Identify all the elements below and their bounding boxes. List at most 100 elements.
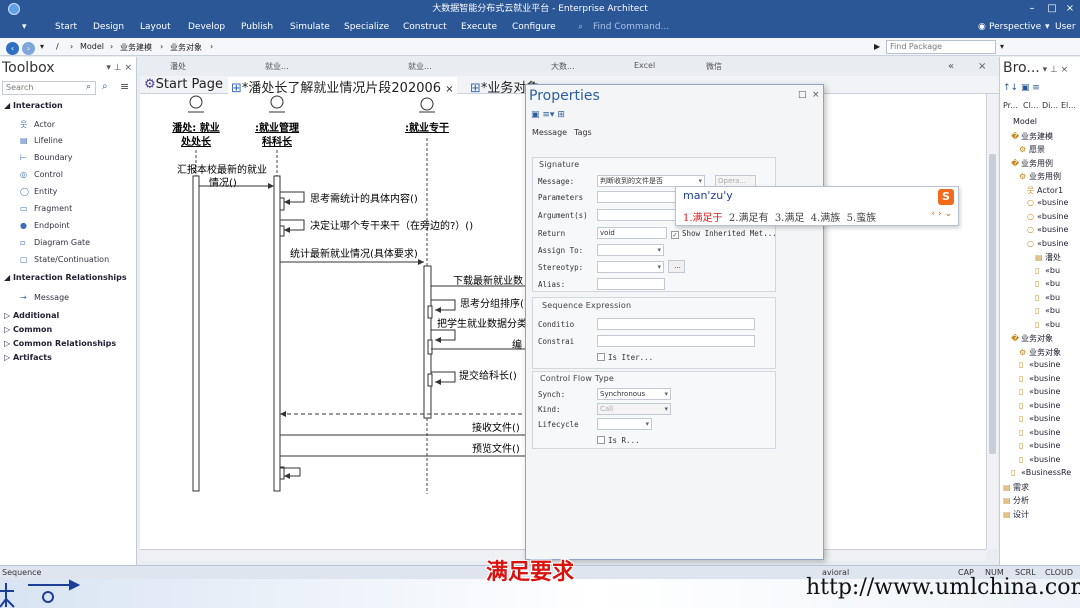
- subtab-4[interactable]: 大数...: [551, 61, 575, 72]
- arguments-input[interactable]: [597, 209, 677, 221]
- magnifier-icon[interactable]: ⌕: [102, 81, 108, 92]
- tree-node[interactable]: ▤ 设计: [1003, 509, 1029, 520]
- breadcrumb-root[interactable]: /: [56, 42, 59, 51]
- toolbox-item-state-continuation[interactable]: ▢ State/Continuation: [20, 255, 109, 264]
- toolbox-item-actor[interactable]: 웃 Actor: [20, 119, 55, 130]
- browser-tab-element[interactable]: El...: [1061, 101, 1076, 110]
- browser-toolbar-icons[interactable]: ↑↓ ▣ ≡: [1003, 83, 1040, 93]
- message-label[interactable]: 汇报本校最新的就业: [177, 163, 267, 176]
- tab-message[interactable]: Message: [532, 128, 567, 137]
- message-label[interactable]: 决定让哪个专干来干（在旁边的?）(): [310, 219, 473, 232]
- ribbon-tab-develop[interactable]: Develop: [188, 22, 225, 32]
- tree-node[interactable]: ○ «busine: [1027, 225, 1068, 234]
- condition-input[interactable]: [597, 318, 755, 330]
- tree-node[interactable]: ▤ 潘处: [1035, 252, 1061, 263]
- toolbox-section-common-relationships[interactable]: ▷ Common Relationships: [4, 339, 116, 348]
- message-label[interactable]: 思考分组排序(): [460, 297, 528, 310]
- tree-node[interactable]: ○ «busine: [1027, 239, 1068, 248]
- subtab-2[interactable]: 就业...: [265, 61, 289, 72]
- alias-input[interactable]: [597, 278, 665, 290]
- ime-candidate[interactable]: 4.满族: [811, 213, 841, 224]
- breadcrumb-model[interactable]: Model: [80, 42, 104, 51]
- user-label[interactable]: User: [1055, 22, 1076, 32]
- breadcrumb-business-objects[interactable]: 业务对象: [170, 42, 202, 53]
- perspective-button[interactable]: Perspective: [989, 22, 1041, 32]
- tree-node[interactable]: ▯ «bu: [1035, 293, 1060, 302]
- ime-candidate[interactable]: 3.满足: [775, 213, 805, 224]
- message-label[interactable]: 下载最新就业数: [453, 274, 523, 287]
- subtab-1[interactable]: 潘处: [170, 61, 186, 72]
- tab-tags[interactable]: Tags: [574, 128, 592, 137]
- tree-node[interactable]: 웃 Actor1: [1027, 185, 1063, 196]
- find-package-input[interactable]: Find Package: [886, 40, 996, 54]
- save-icon[interactable]: ▣: [531, 110, 540, 120]
- return-input[interactable]: void: [597, 227, 667, 239]
- tab-scroll-left-icon[interactable]: «: [948, 61, 954, 72]
- tree-node[interactable]: ▯ «busine: [1019, 401, 1060, 410]
- tree-node[interactable]: ▯ «bu: [1035, 266, 1060, 275]
- toolbox-section-additional[interactable]: ▷ Additional: [4, 311, 59, 320]
- back-icon[interactable]: ‹: [6, 42, 19, 55]
- tree-node[interactable]: ▯ «busine: [1019, 428, 1060, 437]
- show-inherited-checkbox[interactable]: ✓ Show Inherited Met...: [671, 229, 777, 239]
- message-label[interactable]: 统计最新就业情况(具体要求): [290, 247, 418, 260]
- ribbon-tab-simulate[interactable]: Simulate: [290, 22, 330, 32]
- vertical-scrollbar[interactable]: [986, 94, 998, 549]
- ribbon-tab-construct[interactable]: Construct: [403, 22, 447, 32]
- ribbon-tab-execute[interactable]: Execute: [461, 22, 497, 32]
- ribbon-tab-specialize[interactable]: Specialize: [344, 22, 389, 32]
- stereotype-more-button[interactable]: ...: [668, 260, 685, 273]
- message-label[interactable]: 预览文件(): [472, 442, 520, 455]
- tree-node[interactable]: ▯ «busine: [1019, 374, 1060, 383]
- sogou-logo-icon[interactable]: S: [938, 189, 954, 205]
- restore-icon[interactable]: □: [798, 90, 807, 100]
- toolbox-item-control[interactable]: ◎ Control: [20, 170, 63, 179]
- tree-node[interactable]: � 业务对象: [1011, 333, 1053, 344]
- tree-node[interactable]: ⚙ 业务对象: [1019, 347, 1061, 358]
- ime-candidate[interactable]: 5.蛮族: [847, 213, 877, 224]
- menu-icon[interactable]: ≡: [120, 80, 129, 93]
- message-label[interactable]: 把学生就业数据分类: [437, 317, 527, 330]
- message-label[interactable]: 接收文件(): [472, 421, 520, 434]
- forward-icon[interactable]: ›: [22, 42, 35, 55]
- toolbox-item-endpoint[interactable]: ● Endpoint: [20, 221, 70, 230]
- assign-to-select[interactable]: [597, 244, 664, 256]
- ribbon-tab-layout[interactable]: Layout: [140, 22, 171, 32]
- search-icon[interactable]: ⌕: [86, 82, 91, 92]
- ribbon-tab-design[interactable]: Design: [93, 22, 124, 32]
- close-icon[interactable]: ×: [812, 90, 820, 100]
- play-icon[interactable]: ▶: [874, 42, 880, 51]
- tree-node[interactable]: ▯ «bu: [1035, 320, 1060, 329]
- dropdown-icon[interactable]: ▾: [40, 42, 44, 51]
- stereotype-select[interactable]: [597, 261, 664, 273]
- find-command-icon[interactable]: ⌕: [578, 22, 583, 32]
- tree-node[interactable]: ⚙ 愿景: [1019, 144, 1045, 155]
- toolbox-item-lifeline[interactable]: ▤ Lifeline: [20, 136, 63, 145]
- lifecycle-select[interactable]: [597, 418, 652, 430]
- parameters-input[interactable]: [597, 191, 677, 203]
- tree-node[interactable]: � 业务建模: [1011, 131, 1053, 142]
- close-tab-icon[interactable]: ×: [978, 61, 986, 72]
- tree-node[interactable]: ▯ «busine: [1019, 360, 1060, 369]
- tree-node[interactable]: � 业务用例: [1011, 158, 1053, 169]
- synch-select[interactable]: Synchronous: [597, 388, 671, 400]
- toolbox-item-message[interactable]: → Message: [20, 293, 69, 302]
- is-iteration-checkbox[interactable]: Is Iter...: [597, 353, 653, 362]
- tree-node[interactable]: ▯ «busine: [1019, 414, 1060, 423]
- toolbox-item-fragment[interactable]: ▭ Fragment: [20, 204, 72, 213]
- find-package-dropdown-icon[interactable]: ▾: [1000, 42, 1004, 51]
- tree-node[interactable]: ○ «busine: [1027, 198, 1068, 207]
- constraint-input[interactable]: [597, 335, 755, 347]
- tree-node[interactable]: ○ «busine: [1027, 212, 1068, 221]
- panel-pin-icons[interactable]: ▾ ⊥ ×: [106, 63, 132, 73]
- app-logo-icon[interactable]: [8, 3, 20, 15]
- browser-tab-context[interactable]: Cl...: [1023, 101, 1038, 110]
- toolbox-section-artifacts[interactable]: ▷ Artifacts: [4, 353, 52, 362]
- message-label[interactable]: 情况(): [209, 176, 237, 189]
- toolbox-search-input[interactable]: Search: [2, 81, 96, 95]
- message-label[interactable]: 思考需统计的具体内容(): [310, 192, 418, 205]
- toolbox-item-boundary[interactable]: ⊢ Boundary: [20, 153, 73, 162]
- minimize-icon[interactable]: –: [1022, 0, 1042, 18]
- toolbox-section-interaction-relationships[interactable]: ◢ Interaction Relationships: [4, 273, 127, 282]
- kind-select[interactable]: Call: [597, 403, 671, 415]
